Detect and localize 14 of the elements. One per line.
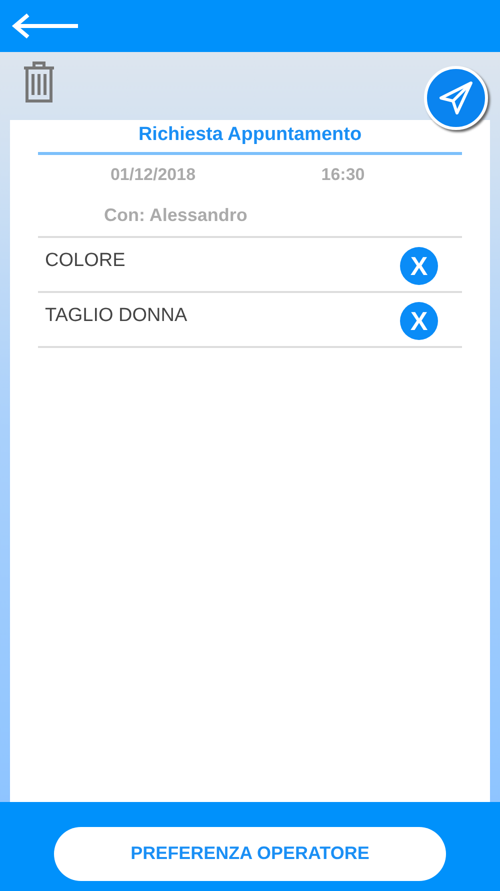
back-arrow-icon (10, 12, 80, 40)
operator-text: Con: Alessandro (38, 185, 462, 238)
back-button[interactable] (10, 12, 80, 40)
trash-icon (22, 60, 56, 103)
remove-button[interactable]: X (400, 302, 438, 340)
date-text: 01/12/2018 (109, 165, 197, 185)
service-name: COLORE (45, 250, 126, 272)
card-title: Richiesta Appuntamento (38, 120, 462, 155)
paper-plane-icon (438, 80, 474, 116)
remove-button[interactable]: X (400, 247, 438, 285)
service-name: TAGLIO DONNA (45, 305, 188, 327)
delete-button[interactable] (22, 60, 56, 103)
time-text: 16:30 (320, 165, 366, 185)
operator-preference-button[interactable]: PREFERENZA OPERATORE (54, 826, 446, 880)
